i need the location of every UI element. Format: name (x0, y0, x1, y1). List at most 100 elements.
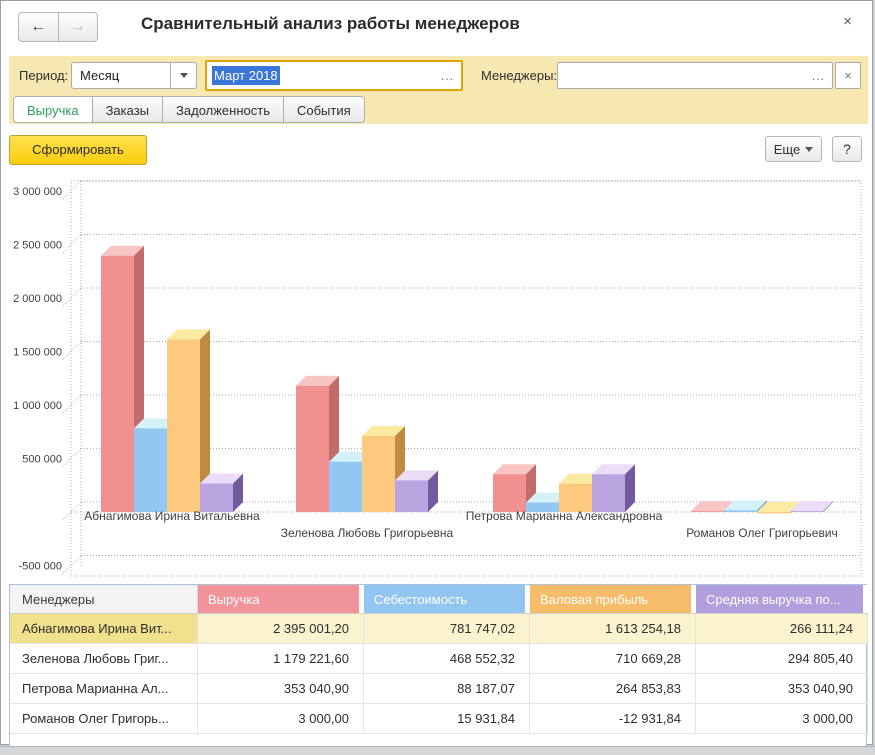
filter-panel: Период: Месяц Март 2018 ... Менеджеры: .… (9, 56, 868, 124)
tab-orders[interactable]: Заказы (92, 96, 163, 123)
period-date-field[interactable]: Март 2018 ... (205, 60, 463, 91)
axis-tick (63, 288, 81, 306)
table-cell[interactable]: -12 931,84 (530, 704, 696, 734)
chart-bar[interactable] (395, 470, 438, 512)
bar-front-face (757, 512, 790, 513)
axis-tick (63, 342, 81, 360)
x-axis-label: Романов Олег Григорьевич (686, 526, 838, 540)
table-cell[interactable]: 3 000,00 (198, 704, 364, 734)
bar-front-face (493, 474, 526, 512)
period-value: Месяц (72, 63, 170, 88)
managers-bar-chart: 3 000 000 2 500 000 2 000 000 1 500 000 1 00… (9, 173, 867, 578)
axis-tick (63, 502, 81, 520)
y-axis-label: 500 000 (22, 454, 62, 466)
tab-events[interactable]: События (283, 96, 365, 123)
period-combobox[interactable]: Месяц (71, 62, 197, 89)
bar-front-face (296, 386, 329, 512)
window-bottom-edge (0, 746, 875, 755)
table-row-name[interactable]: Абнагимова Ирина Вит... (10, 614, 198, 644)
managers-input[interactable] (558, 62, 812, 89)
table-header-cell[interactable]: Средняя выручка по... (696, 585, 868, 614)
page-title: Сравнительный анализ работы менеджеров (141, 14, 520, 34)
series-color-chip: Валовая прибыль (530, 585, 691, 613)
table-filler (10, 734, 868, 746)
managers-ellipsis-button[interactable]: ... (812, 69, 825, 83)
period-label: Период: (19, 68, 68, 83)
bar-front-face (329, 462, 362, 512)
period-date-value: Март 2018 (212, 66, 280, 85)
period-dropdown-button[interactable] (170, 63, 196, 88)
managers-field[interactable]: ... (557, 62, 833, 89)
table-cell[interactable]: 1 179 221,60 (198, 644, 364, 674)
table-header-cell[interactable]: Валовая прибыль (530, 585, 696, 614)
chart-bar[interactable] (200, 474, 243, 512)
table-cell[interactable]: 1 613 254,18 (530, 614, 696, 644)
bar-front-face (101, 256, 134, 512)
bar-front-face (395, 480, 428, 512)
axis-tick (63, 556, 81, 574)
table-cell[interactable]: 3 000,00 (696, 704, 868, 734)
bar-front-face (559, 484, 592, 512)
axis-tick (63, 449, 81, 467)
y-axis-label: 2 000 000 (13, 293, 62, 305)
y-axis-label: 2 500 000 (13, 240, 62, 252)
forward-arrow-icon: → (70, 18, 86, 36)
nav-buttons: ← → (18, 12, 98, 42)
table-row-name[interactable]: Зеленова Любовь Григ... (10, 644, 198, 674)
chart-canvas: 3 000 000 2 500 000 2 000 000 1 500 000 1 00… (9, 173, 867, 578)
axis-tick (63, 181, 81, 199)
table-cell[interactable]: 88 187,07 (364, 674, 530, 704)
managers-label: Менеджеры: (481, 68, 557, 83)
app-window: ← → Сравнительный анализ работы менеджер… (0, 0, 873, 745)
y-axis-label: 3 000 000 (13, 186, 62, 198)
tab-debt[interactable]: Задолженность (162, 96, 284, 123)
more-button-label: Еще (774, 142, 800, 157)
chevron-down-icon (805, 147, 813, 152)
table-cell[interactable]: 710 669,28 (530, 644, 696, 674)
table-row-name[interactable]: Петрова Марианна Ал... (10, 674, 198, 704)
back-button[interactable]: ← (18, 12, 59, 42)
clear-icon: × (844, 68, 852, 83)
managers-table: МенеджерыВыручкаСебестоимостьВаловая при… (9, 584, 867, 747)
managers-clear-button[interactable]: × (835, 62, 861, 89)
y-axis-label: 1 000 000 (13, 400, 62, 412)
tab-revenue[interactable]: Выручка (13, 96, 93, 123)
series-color-chip: Себестоимость (364, 585, 525, 613)
x-axis-label: Абнагимова Ирина Витальевна (84, 509, 260, 523)
table-cell[interactable]: 294 805,40 (696, 644, 868, 674)
table-cell[interactable]: 353 040,90 (198, 674, 364, 704)
bar-front-face (200, 484, 233, 512)
x-axis-label: Петрова Марианна Александровна (466, 509, 663, 523)
back-arrow-icon: ← (30, 18, 46, 36)
table-cell[interactable]: 266 111,24 (696, 614, 868, 644)
y-axis-label: -500 000 (19, 561, 62, 573)
table-cell[interactable]: 468 552,32 (364, 644, 530, 674)
chevron-down-icon (180, 73, 188, 78)
table-header-cell[interactable]: Выручка (198, 585, 364, 614)
more-button[interactable]: Еще (765, 136, 822, 162)
forward-button[interactable]: → (58, 12, 99, 42)
table-row-name[interactable]: Романов Олег Григорь... (10, 704, 198, 734)
axis-tick (63, 395, 81, 413)
close-icon: × (843, 13, 852, 30)
chart-bar[interactable] (592, 464, 635, 512)
axis-tick (63, 235, 81, 253)
bar-front-face (592, 474, 625, 512)
table-header-cell[interactable]: Себестоимость (364, 585, 530, 614)
table-cell[interactable]: 353 040,90 (696, 674, 868, 704)
table-cell[interactable]: 2 395 001,20 (198, 614, 364, 644)
table-header-managers[interactable]: Менеджеры (10, 585, 198, 614)
table-cell[interactable]: 15 931,84 (364, 704, 530, 734)
y-axis-label: 1 500 000 (13, 347, 62, 359)
bar-front-face (691, 511, 724, 512)
help-button[interactable]: ? (832, 136, 862, 162)
table-cell[interactable]: 264 853,83 (530, 674, 696, 704)
table-cell[interactable]: 781 747,02 (364, 614, 530, 644)
series-color-chip: Выручка (198, 585, 359, 613)
date-ellipsis-button[interactable]: ... (441, 69, 454, 83)
report-tabs: Выручка Заказы Задолженность События (13, 96, 365, 123)
generate-button[interactable]: Сформировать (9, 135, 147, 165)
close-button[interactable]: × (839, 11, 856, 32)
bar-front-face (724, 510, 757, 512)
bar-front-face (362, 436, 395, 512)
